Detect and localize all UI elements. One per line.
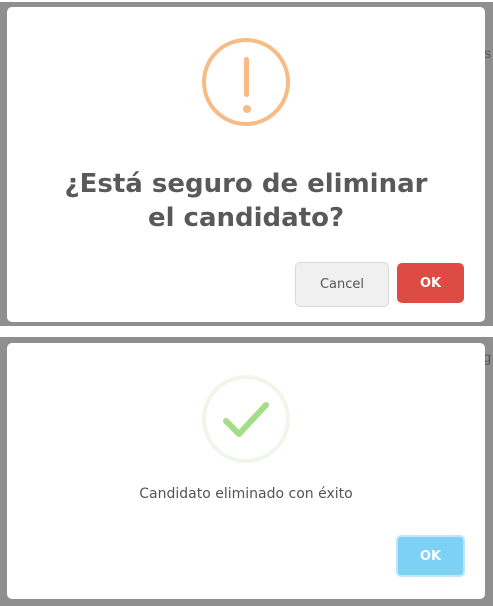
page-background-top	[0, 0, 493, 2]
dialog-title: ¿Está seguro de eliminar el candidato?	[64, 169, 428, 233]
background-text-fragment: s	[484, 45, 491, 61]
confirm-delete-dialog: ¿Está seguro de eliminar el candidato? C…	[7, 7, 485, 322]
success-dialog: Candidato eliminado con éxito OK	[7, 343, 485, 599]
success-check-icon	[202, 375, 290, 463]
cancel-button[interactable]: Cancel	[295, 262, 389, 307]
page-background-gap	[0, 326, 493, 337]
success-message: Candidato eliminado con éxito	[139, 486, 353, 502]
warning-exclamation-icon	[202, 38, 290, 126]
success-ok-button[interactable]: OK	[396, 535, 465, 577]
confirm-ok-button[interactable]: OK	[397, 263, 464, 303]
exclamation-dot	[242, 105, 251, 113]
exclamation-bar	[244, 57, 249, 97]
checkmark-graphic	[223, 402, 269, 437]
